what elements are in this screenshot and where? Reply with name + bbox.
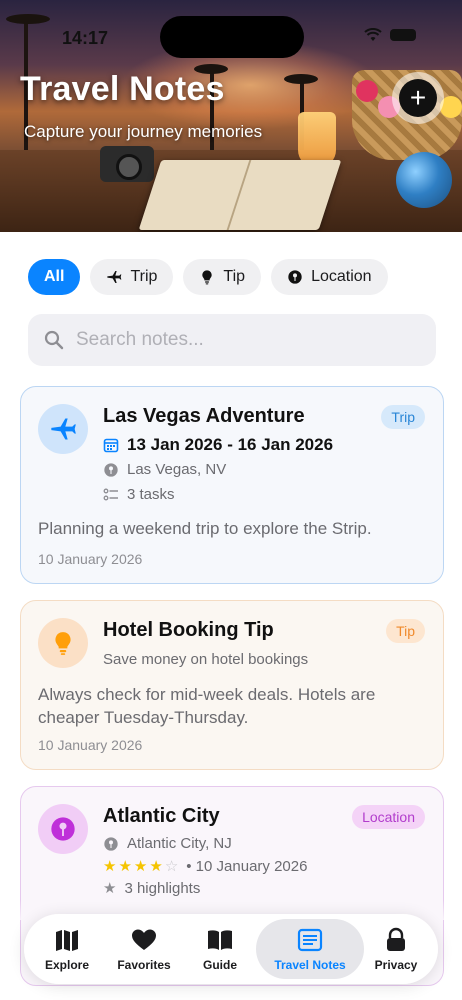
note-rating: ★ ★ ★ ★ ☆ • 10 January 2026 [103, 857, 308, 876]
palm-frond [6, 14, 50, 24]
star-icon: ★ [103, 880, 117, 897]
star-empty-icon: ☆ [164, 858, 179, 875]
note-date: 10 January 2026 [38, 551, 143, 567]
search-bar[interactable] [28, 314, 436, 366]
pin-icon [104, 836, 118, 851]
note-avatar [38, 618, 88, 668]
filter-label: All [44, 268, 65, 285]
book-icon [208, 929, 232, 950]
star-filled-icon: ★ [103, 858, 117, 875]
rating-stars: ★ ★ ★ ★ ☆ [103, 857, 178, 875]
tab-label: Explore [44, 957, 89, 972]
palm-frond [284, 74, 318, 84]
filter-tip[interactable]: Tip [183, 259, 262, 295]
note-avatar [38, 804, 88, 854]
note-type-badge: Tip [386, 619, 425, 643]
filter-label: Location [311, 268, 372, 285]
note-card-trip[interactable]: Las Vegas Adventure Trip 13 Jan 2026 - 1… [20, 386, 444, 584]
location-text: Atlantic City, NJ [127, 835, 232, 852]
note-avatar [38, 404, 88, 454]
note-date: 10 January 2026 [38, 737, 143, 753]
highlights-text: 3 highlights [124, 879, 201, 897]
tasks-text: 3 tasks [127, 486, 175, 503]
star-filled-icon: ★ [133, 858, 148, 875]
note-title: Hotel Booking Tip [103, 619, 274, 641]
note-type-badge: Location [352, 805, 425, 829]
hero-header: 14:17 Travel Notes Capture your journey … [0, 0, 462, 232]
note-location: Las Vegas, NV [103, 461, 226, 478]
tab-favorites[interactable]: Favorites [104, 919, 184, 979]
status-icons [364, 28, 416, 42]
filter-chips: All Trip Tip Location [28, 259, 388, 295]
dynamic-island [160, 16, 304, 58]
calendar-icon [103, 438, 119, 453]
tab-label: Favorites [117, 957, 171, 972]
note-description: Always check for mid-week deals. Hotels … [38, 685, 376, 727]
notes-icon [297, 928, 323, 951]
trip-date-range: 13 Jan 2026 - 16 Jan 2026 [103, 435, 333, 455]
search-input[interactable] [76, 329, 396, 351]
flower [356, 80, 378, 102]
globe-prop [396, 152, 452, 208]
note-title: Atlantic City [103, 805, 220, 827]
map-icon [56, 929, 78, 951]
location-text: Las Vegas, NV [127, 461, 227, 478]
heart-icon [132, 929, 156, 950]
note-tasks: 3 tasks [103, 486, 175, 503]
note-description: Planning a weekend trip to explore the S… [38, 519, 372, 538]
plus-icon: + [399, 79, 437, 117]
date-range-text: 13 Jan 2026 - 16 Jan 2026 [127, 435, 334, 454]
open-book-prop [138, 160, 342, 230]
note-location: Atlantic City, NJ [103, 835, 232, 852]
rating-date: • 10 January 2026 [186, 857, 308, 875]
tab-explore[interactable]: Explore [30, 919, 104, 979]
pin-icon [288, 270, 302, 284]
tab-label: Travel Notes [274, 957, 346, 972]
pin-icon [104, 462, 118, 477]
pin-icon [51, 817, 75, 841]
status-time: 14:17 [62, 28, 109, 48]
subtitle-text: Save money on hotel bookings [103, 651, 309, 668]
tab-guide[interactable]: Guide [184, 919, 256, 979]
lightbulb-icon [202, 270, 213, 285]
wifi-icon [364, 28, 382, 41]
camera-prop [100, 146, 154, 182]
star-filled-icon: ★ [118, 858, 132, 875]
note-subtitle: Save money on hotel bookings [103, 651, 308, 668]
tab-label: Guide [202, 957, 237, 972]
note-type-badge: Trip [381, 405, 425, 429]
filter-location[interactable]: Location [271, 259, 388, 295]
battery-icon [390, 29, 416, 41]
page-subtitle: Capture your journey memories [24, 122, 263, 141]
note-card-tip[interactable]: Hotel Booking Tip Tip Save money on hote… [20, 600, 444, 770]
airplane-icon [107, 271, 122, 283]
tab-privacy[interactable]: Privacy [364, 919, 428, 979]
lock-icon [387, 927, 405, 951]
star-filled-icon: ★ [149, 858, 163, 875]
airplane-icon [51, 418, 76, 440]
filter-label: Tip [223, 268, 246, 285]
page-title: Travel Notes [20, 70, 225, 108]
tab-travel-notes[interactable]: Travel Notes [256, 919, 364, 979]
filter-all[interactable]: All [28, 259, 81, 295]
lightbulb-icon [55, 632, 71, 655]
note-highlights: ★ 3 highlights [103, 879, 201, 898]
filter-trip[interactable]: Trip [90, 259, 174, 295]
checklist-icon [103, 488, 118, 500]
note-title: Las Vegas Adventure [103, 405, 305, 427]
search-icon [44, 330, 64, 350]
add-note-button[interactable]: + [392, 72, 444, 124]
tab-bar: Explore Favorites Guide Travel Notes Pri… [24, 914, 438, 984]
filter-label: Trip [130, 268, 158, 285]
tab-label: Privacy [374, 957, 418, 972]
